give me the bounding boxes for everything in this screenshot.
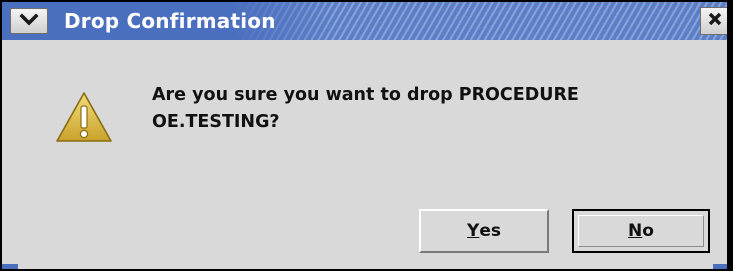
no-button-focus-ring: No bbox=[578, 215, 704, 247]
warning-icon bbox=[54, 90, 114, 144]
no-button-label: o bbox=[642, 221, 654, 241]
yes-button-mnemonic: Y bbox=[467, 221, 480, 241]
window-title: Drop Confirmation bbox=[64, 9, 276, 33]
yes-button[interactable]: Yes bbox=[419, 209, 549, 253]
window-corner-right bbox=[713, 264, 727, 269]
chevron-down-icon bbox=[19, 12, 39, 31]
yes-button-label: es bbox=[479, 221, 501, 241]
drop-confirmation-dialog: Drop Confirmation Are you sure you want … bbox=[0, 0, 733, 271]
no-button[interactable]: No bbox=[572, 209, 710, 253]
close-button[interactable] bbox=[700, 7, 727, 35]
window-menu-button[interactable] bbox=[10, 8, 48, 34]
title-bar[interactable]: Drop Confirmation bbox=[2, 2, 727, 40]
window-corner-left bbox=[2, 264, 18, 269]
close-icon bbox=[707, 11, 723, 31]
message-line-1: Are you sure you want to drop PROCEDURE bbox=[152, 85, 579, 105]
no-button-mnemonic: N bbox=[628, 221, 643, 241]
message-line-2: OE.TESTING? bbox=[152, 112, 280, 132]
confirmation-message: Are you sure you want to drop PROCEDURE … bbox=[152, 82, 692, 136]
